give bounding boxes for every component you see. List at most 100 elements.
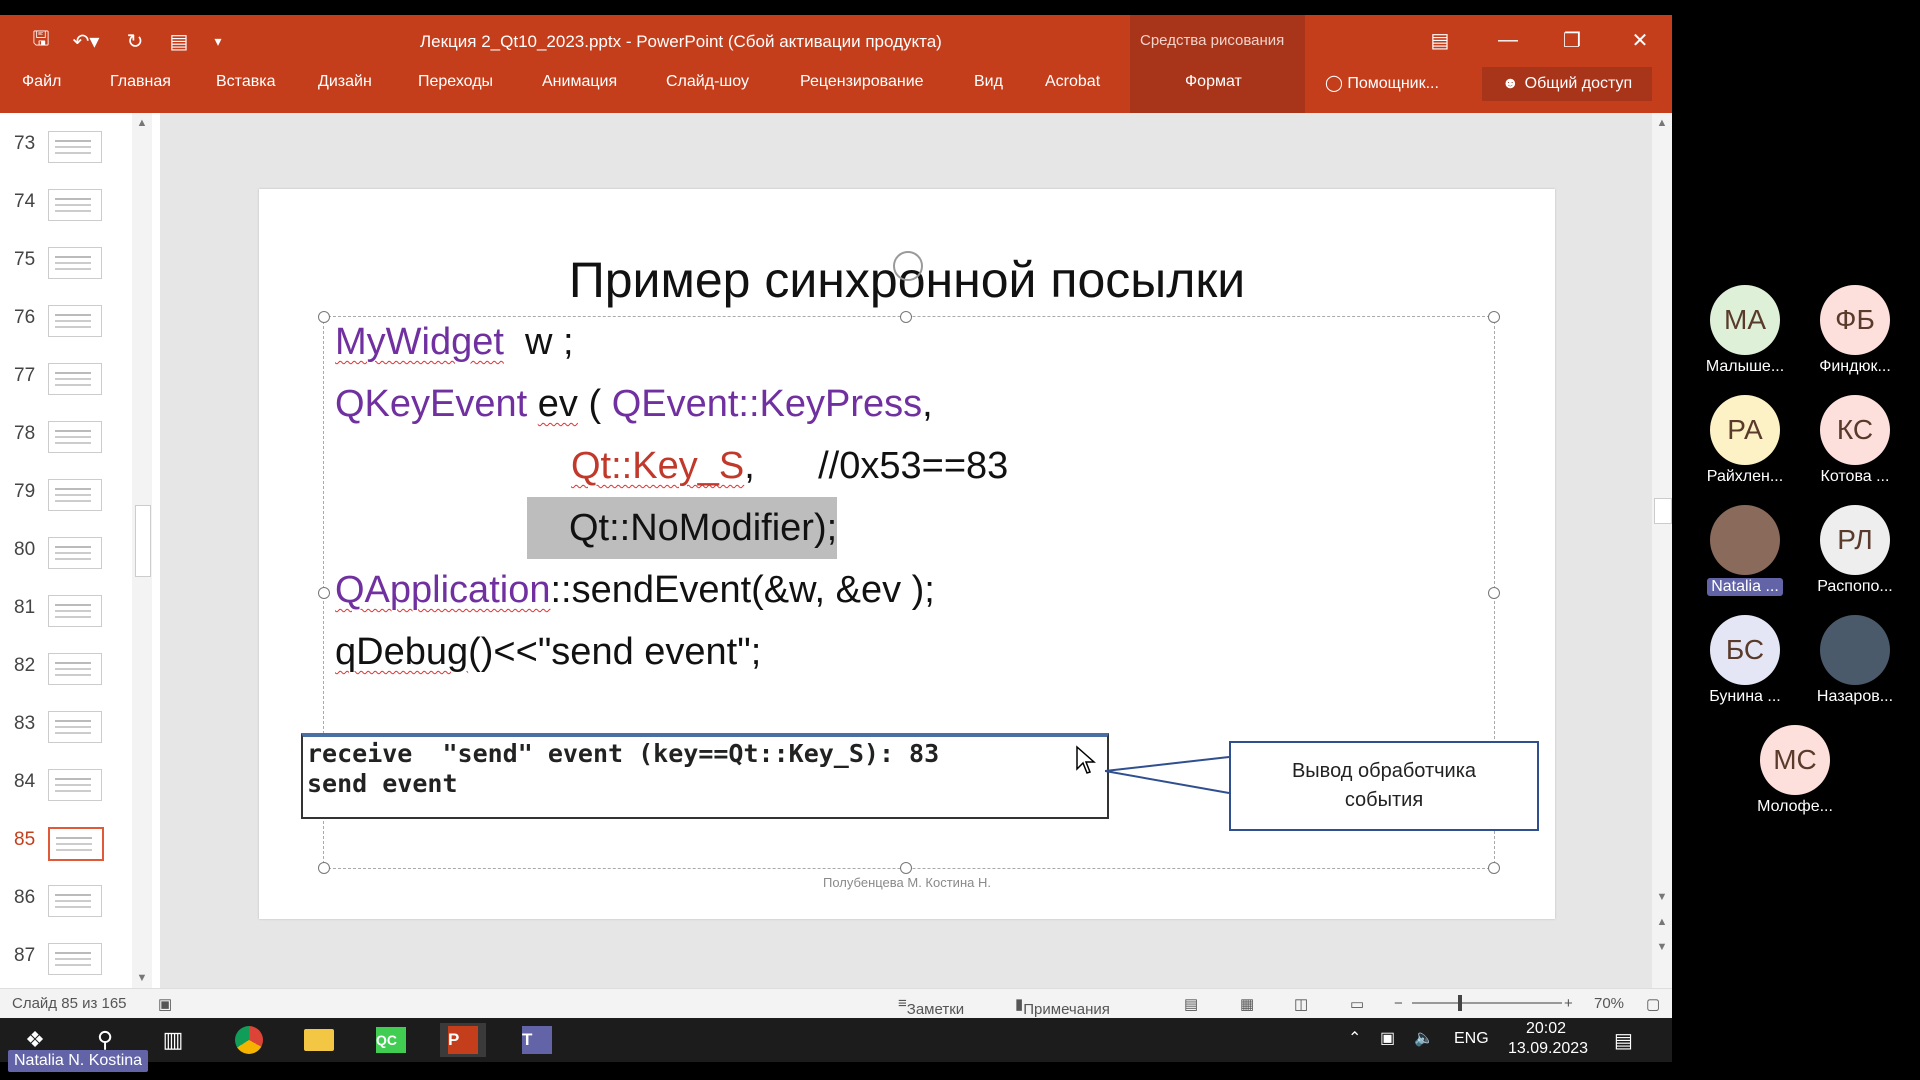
slide-thumbnail[interactable]: 84 (0, 765, 150, 805)
scroll-down-icon[interactable]: ▼ (132, 968, 152, 988)
chrome-icon[interactable] (226, 1023, 272, 1057)
network-icon[interactable]: ▣ (1380, 1028, 1395, 1048)
previous-slide-icon[interactable]: ▲ (1652, 912, 1672, 932)
slide-thumbnail[interactable]: 86 (0, 881, 150, 921)
tab-slideshow[interactable]: Слайд-шоу (666, 73, 749, 91)
slide-thumbnail[interactable]: 78 (0, 417, 150, 457)
normal-view-icon[interactable]: ▤ (1184, 995, 1198, 1013)
input-language[interactable]: ENG (1454, 1030, 1489, 1048)
close-icon[interactable]: ✕ (1618, 25, 1662, 55)
clock-date[interactable]: 13.09.2023 (1508, 1040, 1588, 1058)
slide-thumbnail[interactable]: 85 (0, 823, 150, 863)
slide-preview[interactable] (48, 131, 102, 163)
zoom-out-icon[interactable]: − (1394, 995, 1403, 1012)
tab-acrobat[interactable]: Acrobat (1045, 73, 1100, 91)
fit-to-window-icon[interactable]: ▢ (1646, 995, 1660, 1013)
slide-thumbnail[interactable]: 73 (0, 127, 150, 167)
slide-preview[interactable] (48, 247, 102, 279)
resize-handle[interactable] (1488, 587, 1500, 599)
participant-tile[interactable]: КС Котова ... (1805, 395, 1905, 486)
tab-transitions[interactable]: Переходы (418, 73, 493, 91)
slide-sorter-icon[interactable]: ▦ (1240, 995, 1254, 1013)
resize-handle[interactable] (900, 862, 912, 874)
slide-thumbnail[interactable]: 87 (0, 939, 150, 979)
slide-thumbnail[interactable]: 76 (0, 301, 150, 341)
redo-icon[interactable]: ↻ (120, 27, 150, 55)
thumbnail-scrollbar[interactable]: ▲ ▼ (132, 113, 152, 988)
slide-thumbnail[interactable]: 80 (0, 533, 150, 573)
slide-preview[interactable] (48, 595, 102, 627)
participant-tile[interactable]: Назаров... (1805, 615, 1905, 706)
file-explorer-icon[interactable] (296, 1023, 342, 1057)
tab-design[interactable]: Дизайн (318, 73, 372, 91)
slide-thumbnail[interactable]: 83 (0, 707, 150, 747)
slide-preview[interactable] (48, 653, 102, 685)
participant-tile[interactable]: МС Молофе... (1745, 725, 1845, 816)
scroll-up-icon[interactable]: ▲ (132, 113, 152, 133)
slide-preview[interactable] (48, 189, 102, 221)
tab-insert[interactable]: Вставка (216, 73, 275, 91)
accessibility-icon[interactable]: ▣ (158, 995, 172, 1013)
slide-preview[interactable] (48, 537, 102, 569)
tab-animations[interactable]: Анимация (542, 73, 617, 91)
slide-preview[interactable] (48, 305, 102, 337)
slide-thumbnail[interactable]: 75 (0, 243, 150, 283)
slideshow-view-icon[interactable]: ▭ (1350, 995, 1364, 1013)
comments-button[interactable]: ▮ Примечания (1015, 995, 1110, 1018)
slide-thumbnail[interactable]: 81 (0, 591, 150, 631)
save-icon[interactable]: 🖫 (26, 27, 56, 55)
slide-thumbnail[interactable]: 74 (0, 185, 150, 225)
zoom-slider[interactable] (1412, 1002, 1562, 1004)
tab-file[interactable]: Файл (22, 73, 61, 91)
resize-handle[interactable] (318, 587, 330, 599)
undo-icon[interactable]: ↶▾ (66, 27, 106, 55)
resize-handle[interactable] (318, 862, 330, 874)
share-button[interactable]: ☻ Общий доступ (1482, 67, 1652, 101)
slide-preview[interactable] (48, 479, 102, 511)
callout-box[interactable]: Вывод обработчика события (1229, 741, 1539, 831)
scroll-down-icon[interactable]: ▼ (1652, 887, 1672, 907)
participant-tile[interactable]: Natalia ... (1695, 505, 1795, 601)
volume-icon[interactable]: 🔈 (1414, 1028, 1434, 1048)
slide-preview[interactable] (48, 827, 104, 861)
slide-preview[interactable] (48, 363, 102, 395)
slide-thumbnail[interactable]: 82 (0, 649, 150, 689)
participant-tile[interactable]: МА Малыше... (1695, 285, 1795, 376)
powerpoint-taskbar-icon[interactable]: P (440, 1023, 486, 1057)
slide[interactable]: Пример синхронной посылки MyWidget w ; Q… (259, 189, 1555, 919)
slide-preview[interactable] (48, 711, 102, 743)
scrollbar-thumb[interactable] (135, 505, 151, 577)
slide-preview[interactable] (48, 769, 102, 801)
minimize-icon[interactable]: — (1486, 25, 1530, 55)
next-slide-icon[interactable]: ▼ (1652, 937, 1672, 957)
scrollbar-thumb[interactable] (1654, 498, 1672, 524)
task-view-icon[interactable]: ▥ (150, 1023, 196, 1057)
tab-review[interactable]: Рецензирование (800, 73, 924, 91)
customize-toolbar-icon[interactable]: ▾ (206, 27, 230, 55)
tab-view[interactable]: Вид (974, 73, 1003, 91)
rotate-handle-icon[interactable] (893, 251, 923, 281)
slide-preview[interactable] (48, 885, 102, 917)
reading-view-icon[interactable]: ◫ (1294, 995, 1308, 1013)
start-slideshow-icon[interactable]: ▤ (164, 27, 194, 55)
scroll-up-icon[interactable]: ▲ (1652, 113, 1672, 133)
participant-tile[interactable]: РЛ Распопо... (1805, 505, 1905, 596)
zoom-slider-thumb[interactable] (1458, 995, 1462, 1011)
slide-thumbnail[interactable]: 77 (0, 359, 150, 399)
tab-home[interactable]: Главная (110, 73, 171, 91)
tab-format[interactable]: Формат (1185, 73, 1242, 91)
participant-tile[interactable]: РА Райхлен... (1695, 395, 1795, 486)
resize-handle[interactable] (318, 311, 330, 323)
restore-icon[interactable]: ❐ (1550, 25, 1594, 55)
participant-tile[interactable]: ФБ Финдюк... (1805, 285, 1905, 376)
slide-preview[interactable] (48, 943, 102, 975)
resize-handle[interactable] (1488, 862, 1500, 874)
participant-tile[interactable]: БС Бунина ... (1695, 615, 1795, 706)
show-hidden-icons-icon[interactable]: ⌃ (1348, 1028, 1361, 1048)
zoom-level[interactable]: 70% (1594, 995, 1624, 1012)
slide-preview[interactable] (48, 421, 102, 453)
qt-creator-icon[interactable]: QC (368, 1023, 414, 1057)
resize-handle[interactable] (900, 311, 912, 323)
action-center-icon[interactable]: ▤ (1614, 1028, 1633, 1053)
notes-button[interactable]: ≡ Заметки (898, 995, 964, 1018)
